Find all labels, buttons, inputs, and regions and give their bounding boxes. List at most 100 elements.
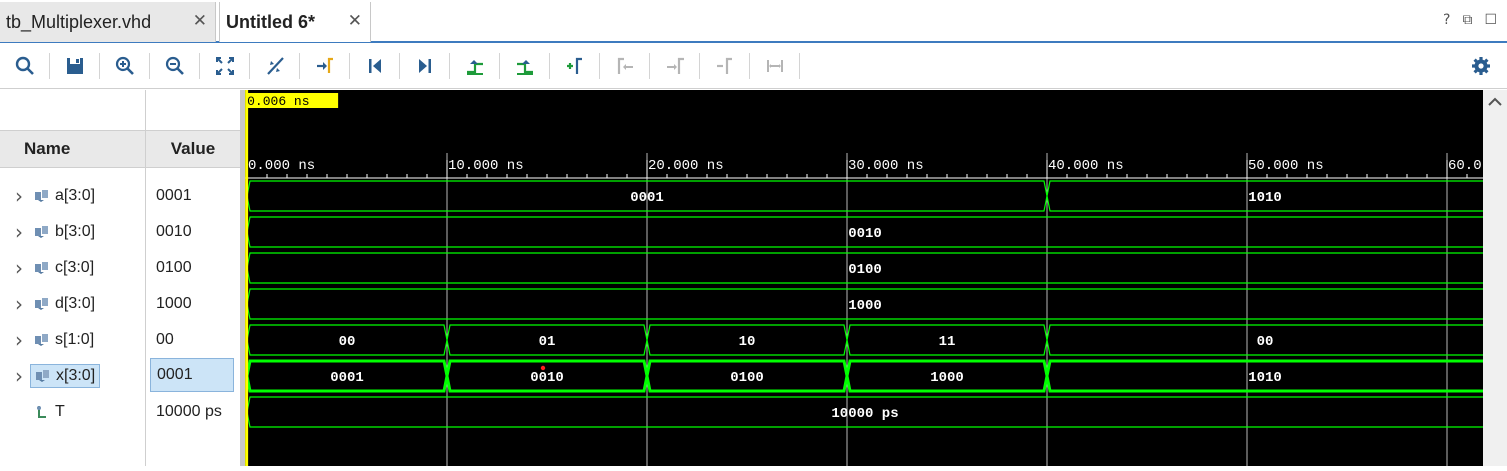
segment-value-label: 0010	[530, 370, 564, 386]
maximize-icon[interactable]: ☐	[1484, 12, 1497, 28]
signal-name-cell[interactable]: b[3:0]	[30, 221, 99, 243]
zoom-in-icon[interactable]	[110, 51, 140, 81]
ruler-tick-label: 20.000 ns	[648, 158, 724, 174]
ruler-tick-label: 60.0	[1448, 158, 1482, 174]
segment-value-label: 0010	[848, 226, 882, 242]
signal-row-c[interactable]: › c[3:0]	[0, 250, 145, 286]
search-icon[interactable]	[10, 51, 40, 81]
segment-value-label: 1000	[930, 370, 964, 386]
signal-name-cell[interactable]: a[3:0]	[30, 185, 99, 207]
signal-name-cell[interactable]: s[1:0]	[30, 329, 98, 351]
tab-tb-multiplexer[interactable]: tb_Multiplexer.vhd ✕	[0, 2, 216, 42]
signal-value[interactable]: 1000	[146, 286, 241, 322]
ruler-tick-label: 30.000 ns	[848, 158, 924, 174]
editor-tab-bar: tb_Multiplexer.vhd ✕ Untitled 6* ✕ ? ⧉ ☐	[0, 0, 1507, 43]
chevron-right-icon[interactable]: ›	[8, 328, 30, 352]
signal-row-b[interactable]: › b[3:0]	[0, 214, 145, 250]
signal-row-a[interactable]: › a[3:0]	[0, 178, 145, 214]
signal-name: b[3:0]	[55, 223, 96, 240]
close-icon[interactable]: ✕	[348, 11, 362, 31]
signal-name-cell[interactable]: T	[30, 401, 69, 423]
signal-name: a[3:0]	[55, 187, 96, 204]
marker-range-icon	[760, 51, 790, 81]
save-icon[interactable]	[60, 51, 90, 81]
segment-value-label: 11	[939, 334, 956, 350]
signal-value[interactable]: 0001	[150, 358, 234, 392]
signal-name-cell[interactable]: d[3:0]	[30, 293, 99, 315]
signal-name-panel: Name › a[3:0] › b[3:0] › c[3:0] › d[3:0] › s[1:0]…	[0, 90, 145, 466]
chevron-up-icon[interactable]	[1483, 90, 1507, 114]
signal-value[interactable]: 0010	[146, 214, 241, 250]
snap-icon[interactable]	[260, 51, 290, 81]
signal-value[interactable]: 0100	[146, 250, 241, 286]
segment-value-label: 00	[1257, 334, 1274, 350]
constant-signal-icon	[34, 405, 55, 419]
segment-value-label: 1010	[1248, 370, 1282, 386]
segment-value-label: 0001	[330, 370, 364, 386]
gear-icon[interactable]	[1466, 51, 1496, 81]
value-column-header[interactable]: Value	[146, 130, 240, 168]
cursor-line	[245, 90, 249, 466]
signal-name-cell[interactable]: c[3:0]	[30, 257, 98, 279]
bus-signal-icon	[34, 333, 55, 347]
signal-name: c[3:0]	[55, 259, 95, 276]
chevron-right-icon[interactable]: ›	[8, 364, 30, 388]
prev-marker-icon	[610, 51, 640, 81]
tab-untitled-6[interactable]: Untitled 6* ✕	[219, 2, 371, 42]
next-transition-icon[interactable]	[510, 51, 540, 81]
segment-value-label: 01	[539, 334, 556, 350]
waveform-canvas[interactable]: 0.000 ns 10.000 ns 20.000 ns 30.000 ns 40.00…	[245, 90, 1485, 466]
signal-value[interactable]: 00	[146, 322, 241, 358]
segment-value-label: 10000 ps	[831, 406, 898, 422]
tab-label: tb_Multiplexer.vhd	[6, 11, 152, 32]
signal-name-cell[interactable]: x[3:0]	[30, 364, 101, 388]
segment-value-label: 00	[339, 334, 356, 350]
signal-row-x[interactable]: › x[3:0]	[0, 358, 145, 394]
ruler-tick-label: 40.000 ns	[1048, 158, 1124, 174]
segment-value-label: 10	[739, 334, 756, 350]
signal-name: d[3:0]	[55, 295, 96, 312]
marker-dot	[540, 365, 546, 371]
goto-end-icon[interactable]	[410, 51, 440, 81]
delete-marker-icon	[710, 51, 740, 81]
signal-name: x[3:0]	[56, 367, 96, 384]
waveform-toolbar	[0, 43, 1507, 89]
ruler-tick-label: 10.000 ns	[448, 158, 524, 174]
chevron-right-icon[interactable]: ›	[8, 256, 30, 280]
segment-value-label: 0100	[730, 370, 764, 386]
help-icon[interactable]: ?	[1443, 12, 1450, 28]
next-marker-icon	[660, 51, 690, 81]
window-controls: ? ⧉ ☐	[1443, 12, 1497, 28]
name-column-header[interactable]: Name	[0, 130, 145, 168]
segment-value-label: 1010	[1248, 190, 1282, 206]
cursor-label: 0.006 ns	[247, 94, 309, 109]
goto-start-icon[interactable]	[360, 51, 390, 81]
bus-signal-icon	[34, 261, 55, 275]
chevron-right-icon[interactable]: ›	[8, 292, 30, 316]
bus-signal-icon	[35, 369, 56, 383]
bus-signal-icon	[34, 225, 55, 239]
vertical-scrollbar[interactable]	[1483, 90, 1507, 466]
bus-signal-icon	[34, 189, 55, 203]
tab-label: Untitled 6*	[226, 11, 316, 32]
signal-value-panel: Value 0001 0010 0100 1000 00 0001 10000 ps	[145, 90, 241, 466]
prev-transition-icon[interactable]	[460, 51, 490, 81]
waveform-area[interactable]: 0.000 ns 10.000 ns 20.000 ns 30.000 ns 40.00…	[245, 90, 1485, 466]
chevron-right-icon[interactable]: ›	[8, 184, 30, 208]
zoom-out-icon[interactable]	[160, 51, 190, 81]
goto-cursor-icon[interactable]	[310, 51, 340, 81]
signal-row-s[interactable]: › s[1:0]	[0, 322, 145, 358]
signal-row-T[interactable]: T	[0, 394, 145, 430]
zoom-fit-icon[interactable]	[210, 51, 240, 81]
chevron-right-icon[interactable]: ›	[8, 220, 30, 244]
signal-row-d[interactable]: › d[3:0]	[0, 286, 145, 322]
close-icon[interactable]: ✕	[193, 11, 207, 31]
signal-name: T	[55, 403, 65, 420]
signal-value[interactable]: 0001	[146, 178, 241, 214]
segment-value-label: 1000	[848, 298, 882, 314]
add-marker-icon[interactable]	[560, 51, 590, 81]
ruler-tick-label: 50.000 ns	[1248, 158, 1324, 174]
restore-icon[interactable]: ⧉	[1462, 12, 1472, 28]
bus-signal-icon	[34, 297, 55, 311]
signal-value[interactable]: 10000 ps	[146, 394, 241, 430]
